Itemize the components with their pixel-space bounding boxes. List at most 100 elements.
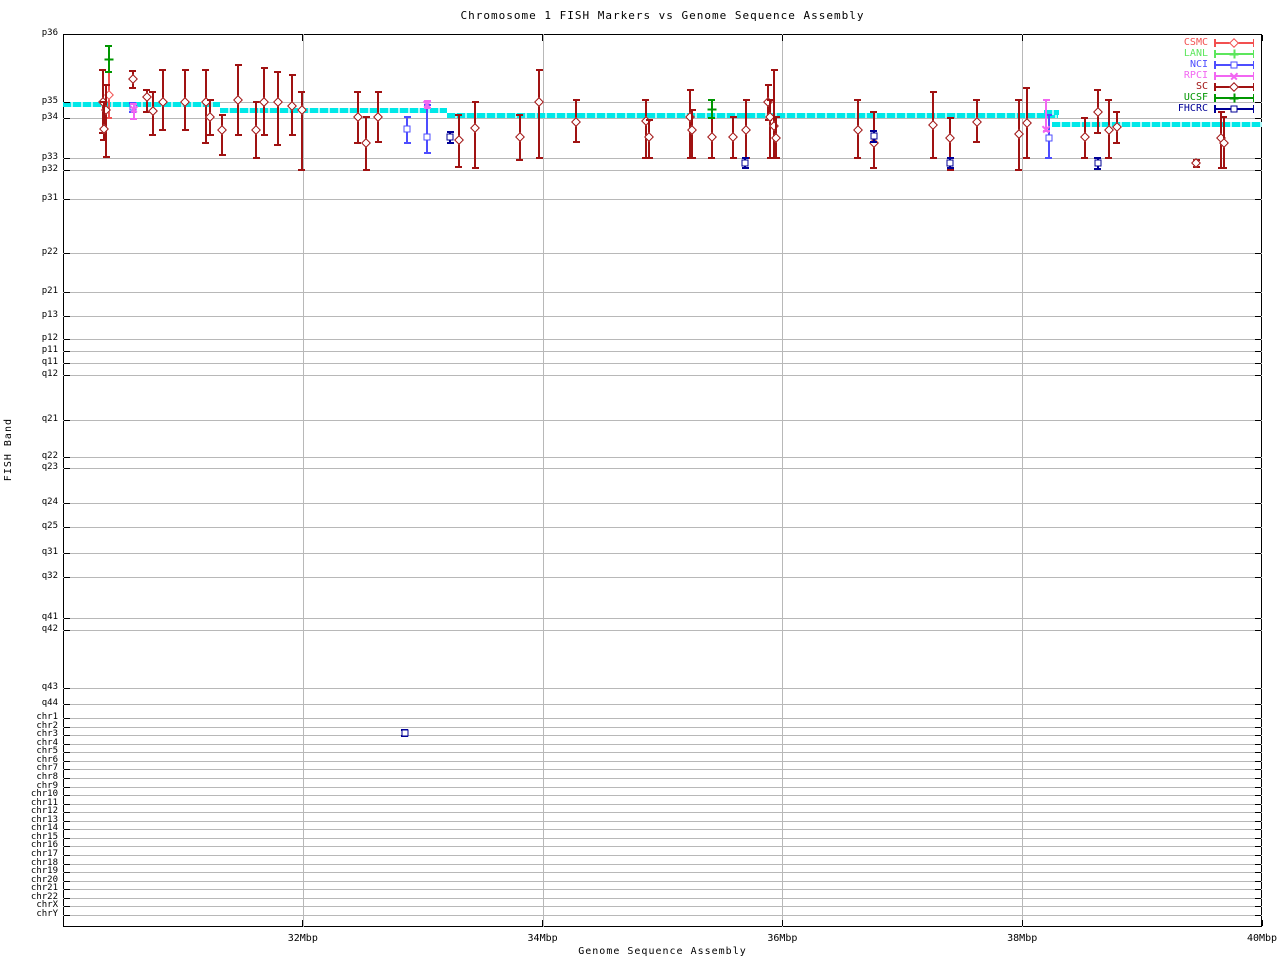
x-tick-bottom [542, 920, 544, 926]
y-tick-left [64, 803, 70, 805]
error-bar-cap-top [159, 69, 167, 71]
y-gridline [63, 915, 1262, 916]
y-gridline [63, 375, 1262, 376]
error-bar-cap-bottom [423, 152, 431, 154]
y-tick-left [64, 905, 70, 907]
y-tick-left [64, 374, 70, 376]
y-tick-label: p35 [41, 96, 58, 106]
y-tick-right [1255, 786, 1261, 788]
y-tick-right [1255, 350, 1261, 352]
y-gridline [63, 872, 1262, 873]
y-tick-left [64, 526, 70, 528]
y-gridline [63, 864, 1262, 865]
y-tick-right [1255, 905, 1261, 907]
y-tick-right [1255, 338, 1261, 340]
y-tick-left [64, 837, 70, 839]
y-tick-left [64, 576, 70, 578]
y-tick-left [64, 629, 70, 631]
error-bar-cap-top [770, 69, 778, 71]
y-gridline [63, 468, 1262, 469]
error-bar-cap-top [1015, 99, 1023, 101]
legend-label: NCI [1189, 59, 1208, 70]
y-tick-right [1255, 837, 1261, 839]
y-gridline [63, 846, 1262, 847]
error-bar-cap-bottom [772, 157, 780, 159]
error-bar-cap-bottom [130, 118, 138, 120]
error-bar-cap-bottom [870, 167, 878, 169]
y-tick-right [1255, 169, 1261, 171]
error-bar-line [426, 105, 429, 153]
y-gridline [63, 457, 1262, 458]
y-tick-right [1255, 502, 1261, 504]
y-tick-left [64, 617, 70, 619]
error-bar-cap-bottom [446, 142, 454, 144]
error-bar-cap-bottom [471, 167, 479, 169]
error-bar-line [105, 85, 108, 157]
y-tick-left [64, 157, 70, 159]
error-bar-cap-top [1042, 99, 1050, 101]
y-tick-right [1255, 871, 1261, 873]
y-tick-label: p33 [41, 152, 58, 162]
legend-sample-stroke [1214, 83, 1216, 91]
legend-sample-stroke [1252, 39, 1254, 47]
fhcrc-marker [870, 132, 878, 140]
error-bar-cap-bottom [645, 157, 653, 159]
error-bar-cap-bottom [288, 134, 296, 136]
y-tick-left [64, 768, 70, 770]
error-bar-cap-bottom [708, 157, 716, 159]
nci-marker [403, 125, 411, 133]
legend-item-ucsf: UCSF [1140, 92, 1262, 103]
chart-title: Chromosome 1 FISH Markers vs Genome Sequ… [460, 9, 865, 22]
error-bar-cap-bottom [1023, 157, 1031, 159]
assembly-line-segment [63, 102, 221, 107]
legend-sample-x-icon [1214, 70, 1254, 81]
y-tick-left [64, 743, 70, 745]
y-gridline [63, 704, 1262, 705]
x-tick-label: 32Mbp [287, 933, 318, 944]
y-tick-left [64, 845, 70, 847]
error-bar-cap-bottom [252, 157, 260, 159]
y-tick-right [1255, 33, 1261, 35]
error-bar-cap-bottom [298, 169, 306, 171]
y-tick-right [1255, 828, 1261, 830]
y-tick-right [1255, 467, 1261, 469]
error-bar-cap-top [946, 117, 954, 119]
y-gridline [63, 812, 1262, 813]
y-tick-left [64, 552, 70, 554]
error-bar-cap-top [535, 69, 543, 71]
error-bar-cap-top [260, 67, 268, 69]
y-gridline [63, 618, 1262, 619]
error-bar-cap-top [870, 111, 878, 113]
y-tick-left [64, 777, 70, 779]
legend-sample-diamond-icon [1214, 81, 1254, 92]
legend-sample-cross-icon [1214, 48, 1254, 59]
legend-label: SC [1195, 81, 1208, 92]
x-axis-title: Genome Sequence Assembly [578, 946, 747, 957]
y-gridline [63, 795, 1262, 796]
y-tick-left [64, 854, 70, 856]
error-bar-cap-top [1105, 99, 1113, 101]
x-gridline [782, 34, 784, 927]
error-bar-cap-top [129, 70, 137, 72]
legend-item-rpci: RPCI [1140, 70, 1262, 81]
y-gridline [63, 351, 1262, 352]
y-tick-label: q31 [41, 547, 58, 557]
error-bar-cap-top [298, 91, 306, 93]
y-gridline [63, 829, 1262, 830]
error-bar-cap-top [234, 64, 242, 66]
error-bar-cap-top [102, 84, 110, 86]
y-tick-left [64, 914, 70, 916]
y-tick-left [64, 863, 70, 865]
y-tick-left [64, 362, 70, 364]
y-tick-left [64, 687, 70, 689]
error-bar-cap-bottom [929, 157, 937, 159]
y-tick-label: q44 [41, 698, 58, 708]
y-tick-label: q42 [41, 624, 58, 634]
x-tick-top [542, 35, 544, 41]
x-tick-top [1021, 35, 1023, 41]
y-tick-right [1255, 734, 1261, 736]
legend-sample-stroke [1214, 72, 1216, 80]
error-bar-cap-bottom [1094, 132, 1102, 134]
legend-sample-stroke [1252, 72, 1254, 80]
y-gridline [63, 898, 1262, 899]
